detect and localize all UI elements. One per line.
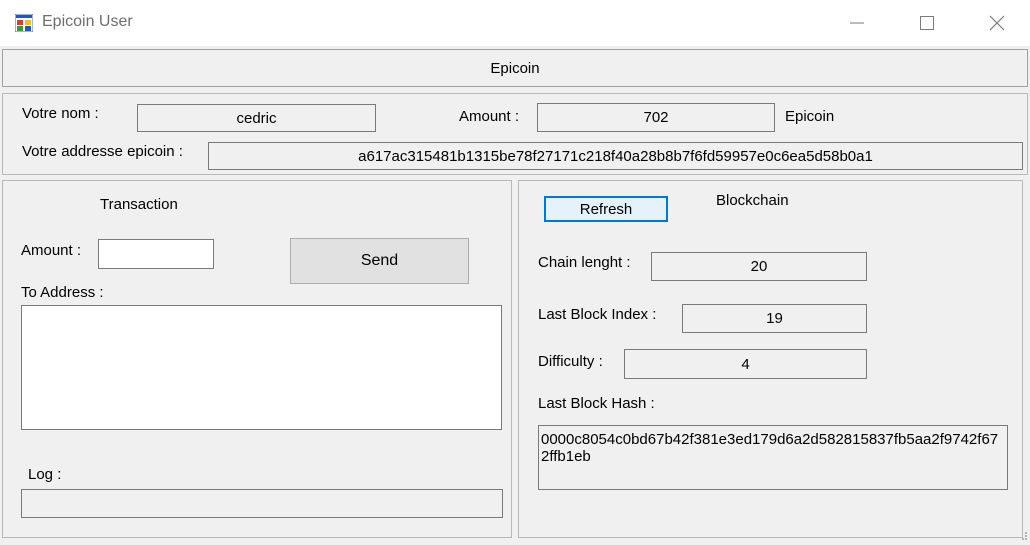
last-index-field: 19 <box>682 304 867 333</box>
transaction-title: Transaction <box>100 196 178 213</box>
difficulty-field: 4 <box>624 349 867 379</box>
send-button[interactable]: Send <box>290 238 469 284</box>
last-index-label: Last Block Index : <box>538 306 657 323</box>
to-address-label: To Address : <box>21 284 104 301</box>
tx-amount-input[interactable] <box>98 239 214 269</box>
app-icon <box>14 13 34 33</box>
blockchain-title: Blockchain <box>716 192 789 209</box>
address-label: Votre addresse epicoin : <box>22 143 183 160</box>
close-button[interactable] <box>974 0 1020 46</box>
chain-length-field: 20 <box>651 252 867 281</box>
tx-amount-label: Amount : <box>21 242 82 259</box>
maximize-button[interactable] <box>904 0 950 46</box>
address-field: a617ac315481b1315be78f27171c218f40a28b8b… <box>208 142 1023 170</box>
maximize-icon <box>920 16 934 30</box>
to-address-input[interactable] <box>21 305 502 430</box>
last-hash-label: Last Block Hash : <box>538 395 655 412</box>
last-hash-field: 0000c8054c0bd67b42f381e3ed179d6a2d582815… <box>538 425 1008 490</box>
title-bar: Epicoin User <box>0 0 1030 46</box>
chain-length-label: Chain lenght : <box>538 254 631 271</box>
amount-label: Amount : <box>459 108 520 125</box>
name-label: Votre nom : <box>22 105 99 122</box>
header-label: Epicoin <box>490 59 540 77</box>
window-title: Epicoin User <box>42 13 133 30</box>
minimize-button[interactable] <box>834 0 880 46</box>
refresh-button[interactable]: Refresh <box>544 196 668 222</box>
resize-grip-icon[interactable] <box>1020 528 1028 540</box>
amount-field: 702 <box>537 103 775 132</box>
log-label: Log : <box>28 466 62 483</box>
header-panel: Epicoin <box>2 49 1028 87</box>
log-field <box>21 489 503 518</box>
name-field: cedric <box>137 104 376 132</box>
close-icon <box>989 15 1005 31</box>
currency-label: Epicoin <box>785 108 835 125</box>
minimize-icon <box>850 22 864 24</box>
difficulty-label: Difficulty : <box>538 353 603 370</box>
